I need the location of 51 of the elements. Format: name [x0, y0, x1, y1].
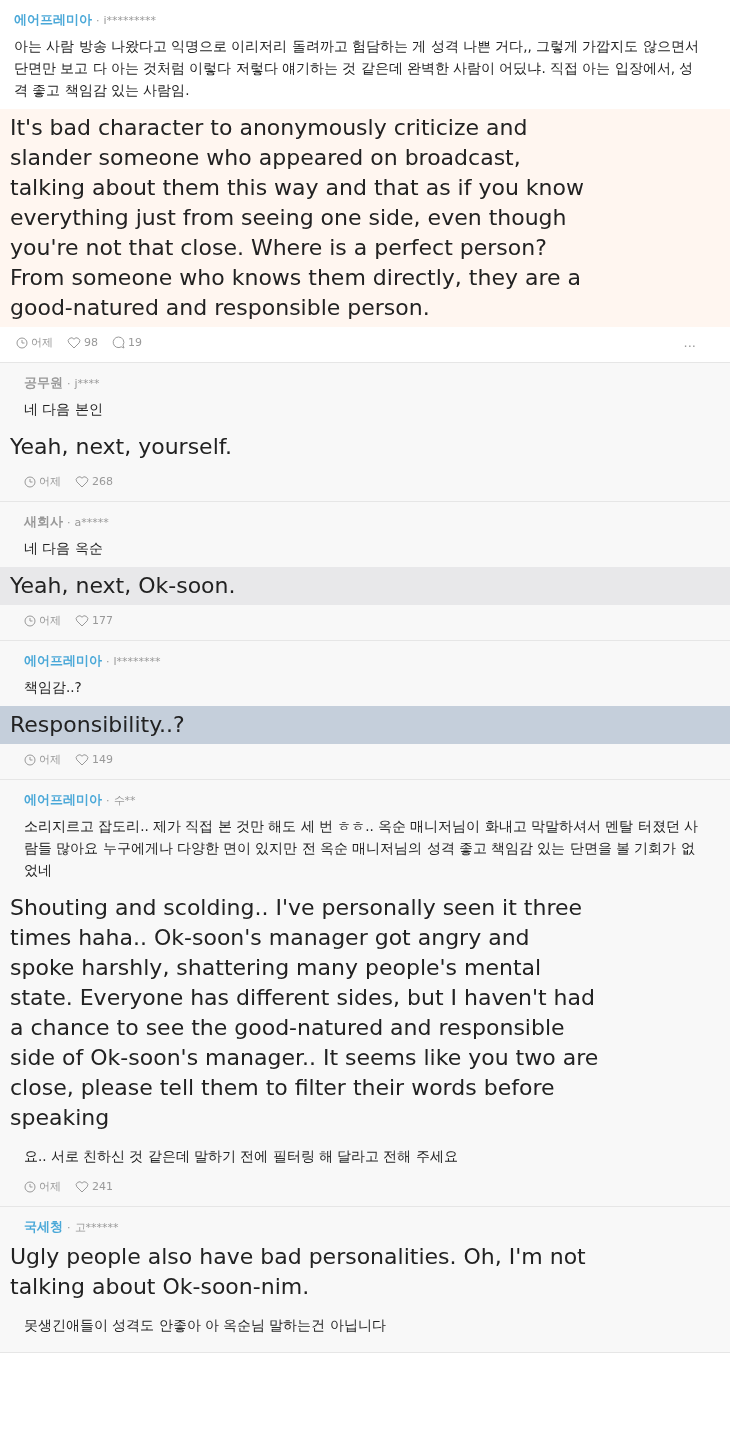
more-button[interactable]: ... — [673, 335, 706, 350]
separator-dot: · — [67, 516, 71, 529]
author-id: l******** — [113, 655, 161, 668]
comment-text: 못생긴애들이 성격도 안좋아 아 옥순님 말하는건 아닙니다 — [23, 1316, 387, 1335]
translation-text: Responsibility..? — [0, 706, 730, 744]
time-text: 어제 — [39, 474, 61, 489]
time-text: 어제 — [31, 335, 53, 350]
comment-text: 책임감..? — [23, 678, 83, 697]
clock-icon — [16, 336, 28, 349]
clock-icon — [24, 753, 36, 766]
translation-text: It's bad character to anonymously criticize and slander someone who appeared on broadcast, talking about them this way and that as if you know everything just from seeing one side, even though you're not that close. Where is a perfect person? From someone who knows them directly, they are a good-natured and responsible person. — [0, 109, 730, 327]
author-id: 수** — [113, 793, 136, 808]
author-group: 공무원 — [24, 375, 63, 392]
author-id: a***** — [74, 516, 109, 529]
author-group: 에어프레미아 — [24, 792, 102, 809]
heart-icon[interactable] — [75, 614, 89, 627]
like-count: 268 — [92, 475, 113, 488]
heart-icon[interactable] — [75, 753, 89, 766]
separator-dot: · — [106, 655, 110, 668]
comment-text: 아는 사람 방송 나왔다고 익명으로 이리저리 돌려까고 험담하는 게 성격 나쁜 거다,, 그렇게 가깝지도 않으면서 단면만 보고 다 아는 것처럼 이렇다 저렇다 얘기하는 것 같은데 완벽한 사람이 어딨냐. 직접 아는 입장에서, 성격 좋고 책임감 있는 사람임. — [13, 37, 700, 100]
like-count: 241 — [92, 1180, 113, 1193]
like-count: 177 — [92, 614, 113, 627]
separator-dot: · — [67, 1221, 71, 1234]
heart-icon[interactable] — [67, 336, 81, 349]
like-count: 98 — [84, 336, 98, 349]
separator-dot: · — [106, 794, 110, 807]
clock-icon — [24, 1180, 36, 1193]
time-text: 어제 — [39, 1179, 61, 1194]
time-text: 어제 — [39, 613, 61, 628]
author-id: 고****** — [74, 1220, 119, 1235]
comment-text: 소리지르고 잡도리.. 제가 직접 본 것만 해도 세 번 ㅎㅎ.. 옥순 매니저님이 화내고 막말하셔서 멘탈 터졌던 사람들 많아요 누구에게나 다양한 면이 있지만 전 옥순 매니저님의 성격 좋고 책임감 있는 단면을 볼 기회가 없었네 — [23, 817, 699, 880]
author-group: 새회사 — [24, 514, 63, 531]
clock-icon — [24, 475, 36, 488]
like-count: 149 — [92, 753, 113, 766]
author-group: 에어프레미아 — [24, 653, 102, 670]
separator-dot: · — [67, 377, 71, 390]
author-group: 에어프레미아 — [14, 12, 92, 29]
comment-text: 네 다음 옥순 — [23, 539, 104, 558]
author-id: i********* — [103, 14, 157, 27]
comment-icon[interactable] — [112, 336, 125, 349]
author-group: 국세청 — [24, 1219, 63, 1236]
separator-dot: · — [96, 14, 100, 27]
heart-icon[interactable] — [75, 1180, 89, 1193]
time-text: 어제 — [39, 752, 61, 767]
reply-count: 19 — [128, 336, 142, 349]
comment-text: 네 다음 본인 — [23, 400, 104, 419]
heart-icon[interactable] — [75, 475, 89, 488]
comment-text: 요.. 서로 친하신 것 같은데 말하기 전에 필터링 해 달라고 전해 주세요 — [23, 1147, 459, 1166]
translation-text: Yeah, next, Ok-soon. — [0, 567, 730, 605]
clock-icon — [24, 614, 36, 627]
author-id: j**** — [74, 377, 100, 390]
